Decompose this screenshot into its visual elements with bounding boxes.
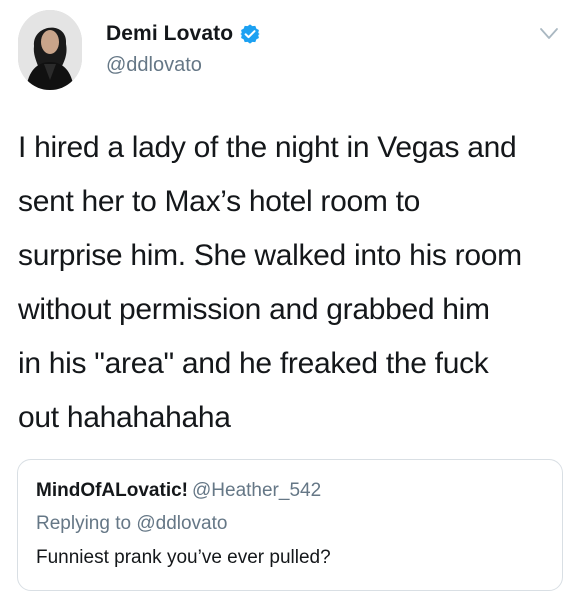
author-display-name[interactable]: Demi Lovato bbox=[106, 22, 233, 46]
tweet-text: I hired a lady of the night in Vegas and… bbox=[18, 131, 522, 434]
replying-to-label: Replying to bbox=[36, 513, 132, 534]
verified-badge-icon bbox=[239, 23, 261, 45]
replying-to-handle: @ddlovato bbox=[136, 513, 228, 534]
author-name-row: Demi Lovato bbox=[106, 20, 261, 48]
quoted-tweet[interactable]: MindOfALovatic! @Heather_542 Replying to … bbox=[17, 459, 563, 591]
quoted-replying-to: Replying to @ddlovato bbox=[36, 511, 562, 537]
tweet-card: Demi Lovato @ddlovato I hired a lady of … bbox=[0, 0, 584, 605]
avatar[interactable] bbox=[18, 10, 82, 90]
author-info: Demi Lovato @ddlovato bbox=[106, 20, 261, 77]
quoted-author-name: MindOfALovatic! bbox=[36, 480, 188, 501]
quoted-author-handle: @Heather_542 bbox=[192, 480, 322, 501]
quoted-tweet-header: MindOfALovatic! @Heather_542 bbox=[36, 478, 562, 504]
chevron-down-icon[interactable] bbox=[539, 27, 559, 41]
author-handle[interactable]: @ddlovato bbox=[106, 54, 261, 77]
quoted-tweet-text: Funniest prank you’ve ever pulled? bbox=[36, 547, 331, 568]
avatar-image bbox=[18, 10, 82, 90]
